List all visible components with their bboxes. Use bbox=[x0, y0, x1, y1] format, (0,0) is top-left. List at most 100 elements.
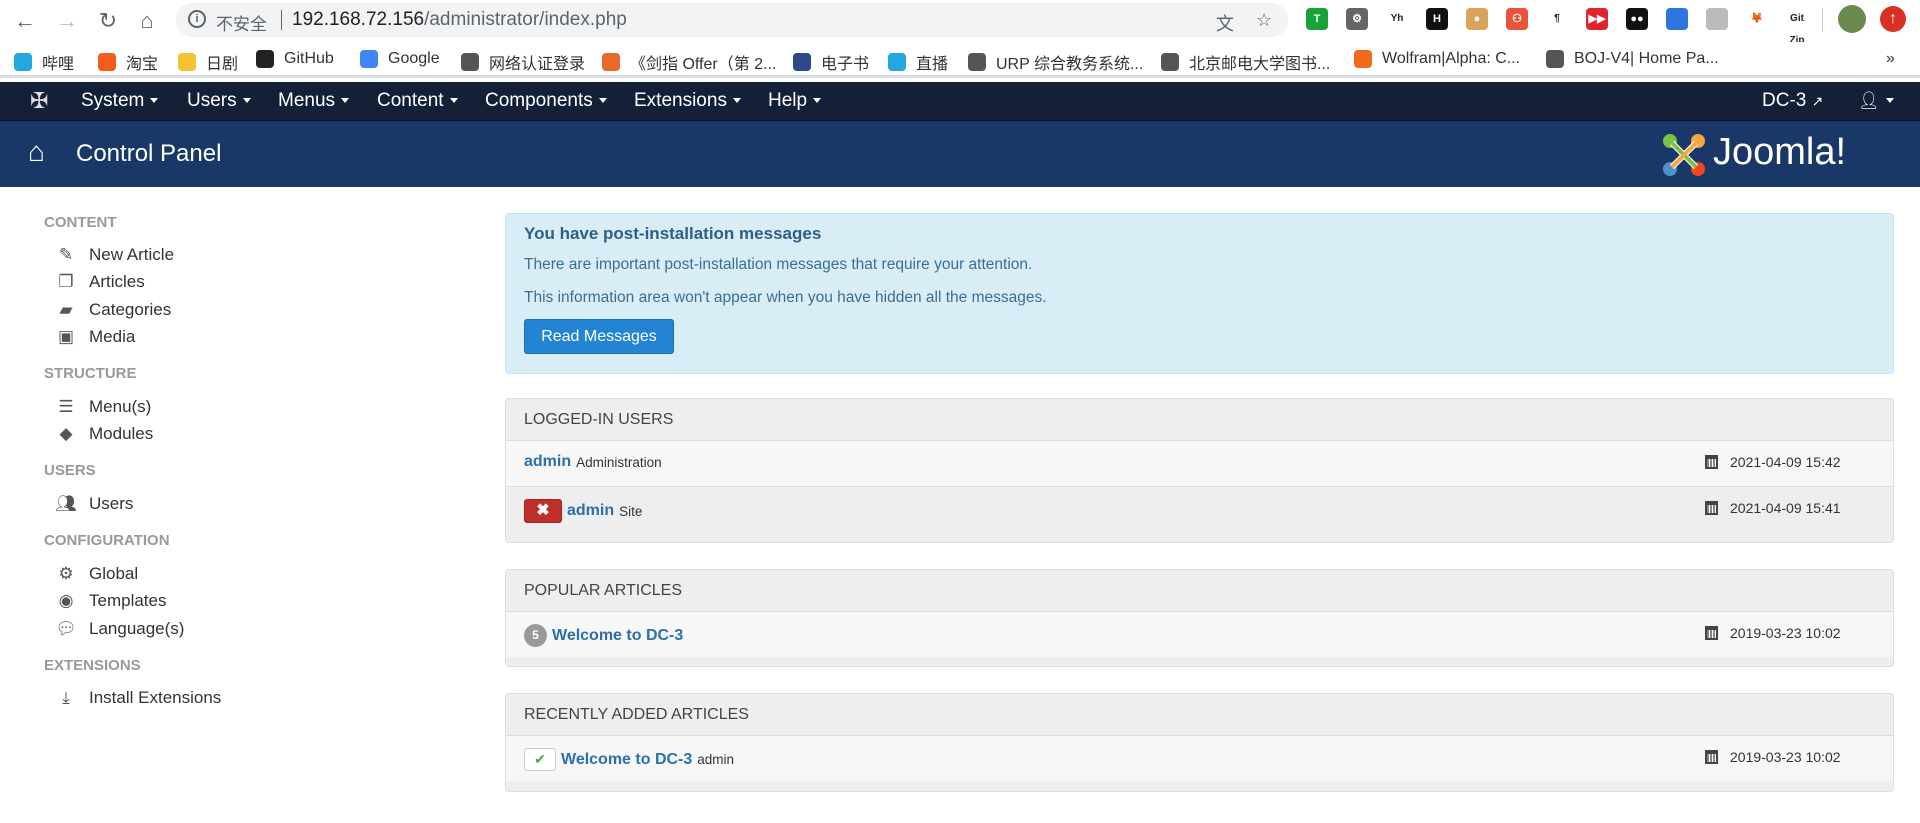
menu-system[interactable]: System bbox=[81, 90, 159, 112]
update-icon[interactable]: ↑ bbox=[1880, 6, 1906, 32]
sidebar-item-menu-s[interactable]: ☰ Menu(s) bbox=[55, 397, 151, 417]
bookmark-item[interactable]: 北京邮电大学图书... bbox=[1161, 50, 1330, 74]
profile-avatar[interactable] bbox=[1838, 5, 1866, 33]
url-text[interactable]: 192.168.72.156/administrator/index.php bbox=[292, 9, 627, 31]
user-link[interactable]: admin bbox=[524, 453, 571, 471]
divider bbox=[281, 10, 282, 30]
bookmarks-overflow-button[interactable]: » bbox=[1886, 50, 1895, 68]
date-text: 2021-04-09 15:42 bbox=[1730, 454, 1841, 470]
divider bbox=[1822, 8, 1823, 32]
bookmark-item[interactable]: Wolfram|Alpha: C... bbox=[1354, 50, 1520, 68]
home-button[interactable]: ⌂ bbox=[132, 6, 162, 36]
bookmark-item[interactable]: 电子书 bbox=[793, 50, 869, 74]
article-link[interactable]: Welcome to DC-3 bbox=[552, 627, 683, 645]
sidebar-item-global[interactable]: ⚙ Global bbox=[55, 564, 138, 584]
extension-icon[interactable]: Git Zip bbox=[1786, 8, 1808, 46]
info-icon[interactable]: i bbox=[188, 10, 206, 28]
table-row: ✔ Welcome to DC-3 admin 2019-03-23 10:02 bbox=[506, 735, 1893, 781]
extension-icon[interactable]: ¶ bbox=[1546, 8, 1568, 30]
extension-icon[interactable]: ⚙ bbox=[1346, 8, 1368, 30]
extension-icon[interactable]: ● bbox=[1466, 8, 1488, 30]
site-link[interactable]: DC-3 ↗ bbox=[1762, 90, 1823, 112]
bookmark-item[interactable]: Google bbox=[360, 50, 440, 68]
date-text: 2019-03-23 10:02 bbox=[1730, 625, 1841, 641]
folder-open-icon: ▰ bbox=[59, 300, 73, 319]
sidebar-item-modules[interactable]: ◆ Modules bbox=[55, 424, 153, 444]
cube-icon: ◆ bbox=[59, 424, 73, 443]
bookmark-favicon-icon bbox=[98, 53, 116, 71]
extension-icon[interactable]: T bbox=[1306, 8, 1328, 30]
forward-button[interactable]: → bbox=[52, 6, 82, 36]
user-menu[interactable]: 👤︎ bbox=[1858, 90, 1894, 112]
logout-button[interactable]: ✖ bbox=[524, 499, 562, 523]
read-messages-button[interactable]: Read Messages bbox=[524, 319, 674, 354]
copy-icon: ❐ bbox=[58, 272, 74, 291]
reload-button[interactable]: ↻ bbox=[93, 6, 123, 36]
bookmark-item[interactable]: 哔哩 bbox=[14, 50, 74, 74]
bookmarks-bar: 哔哩 淘宝 日剧 GitHub Google 网络认证登录 《剑指 Offer（第 2...… bbox=[0, 42, 1920, 78]
sidebar-item-users[interactable]: 👥︎ Users bbox=[55, 494, 133, 514]
bookmark-label: 淘宝 bbox=[126, 56, 159, 73]
bookmark-label: 电子书 bbox=[821, 56, 870, 73]
sidebar-item-language-s[interactable]: 💬︎ Language(s) bbox=[55, 619, 184, 639]
url-host: 192.168.72.156 bbox=[292, 9, 425, 30]
address-bar[interactable]: i 不安全 192.168.72.156/administrator/index… bbox=[176, 3, 1288, 37]
extension-icon[interactable]: 🦊 bbox=[1746, 8, 1768, 30]
joomla-icon[interactable]: ✠ bbox=[30, 88, 48, 114]
client-label: Administration bbox=[576, 454, 662, 470]
sidebar-heading: CONTENT bbox=[44, 214, 117, 231]
menu-content[interactable]: Content bbox=[377, 90, 458, 112]
extension-icon[interactable]: Yh bbox=[1386, 8, 1408, 30]
sidebar-item-label: Media bbox=[89, 327, 136, 346]
sidebar-item-categories[interactable]: ▰ Categories bbox=[55, 300, 171, 320]
bookmark-favicon-icon bbox=[968, 53, 986, 71]
bookmark-item[interactable]: 直播 bbox=[888, 50, 948, 74]
menu-extensions[interactable]: Extensions bbox=[634, 90, 741, 112]
published-toggle[interactable]: ✔ bbox=[524, 748, 556, 771]
sidebar-heading: EXTENSIONS bbox=[44, 657, 141, 674]
bookmark-item[interactable]: 日剧 bbox=[178, 50, 238, 74]
pencil-icon: ✎ bbox=[58, 245, 74, 264]
bookmark-item[interactable]: 淘宝 bbox=[98, 50, 158, 74]
menu-label: Help bbox=[768, 90, 808, 111]
extension-icon[interactable]: ▶▶ bbox=[1586, 8, 1608, 30]
download-icon: ⤓ bbox=[62, 688, 70, 707]
translate-icon[interactable]: 文 bbox=[1216, 10, 1234, 36]
extension-icon[interactable]: H bbox=[1426, 8, 1448, 30]
sidebar-item-install-extensions[interactable]: ⤓ Install Extensions bbox=[55, 688, 221, 708]
back-button[interactable]: ← bbox=[10, 6, 40, 36]
recent-articles-panel: RECENTLY ADDED ARTICLES ✔ Welcome to DC-3… bbox=[505, 693, 1894, 792]
menu-components[interactable]: Components bbox=[485, 90, 607, 112]
extension-icon[interactable]: ●● bbox=[1626, 8, 1648, 30]
bookmark-item[interactable]: BOJ-V4| Home Pa... bbox=[1546, 50, 1719, 68]
menu-help[interactable]: Help bbox=[768, 90, 822, 112]
bookmark-favicon-icon bbox=[888, 53, 906, 71]
sidebar-item-articles[interactable]: ❐ Articles bbox=[55, 272, 144, 292]
star-icon[interactable]: ☆ bbox=[1256, 10, 1272, 31]
bookmark-item[interactable]: 《剑指 Offer（第 2... bbox=[602, 50, 776, 74]
bookmark-item[interactable]: URP 综合教务系统... bbox=[968, 50, 1143, 74]
extension-icon[interactable]: ⚇ bbox=[1506, 8, 1528, 30]
sidebar-item-label: Categories bbox=[89, 300, 172, 319]
bookmark-favicon-icon bbox=[793, 53, 811, 71]
sidebar-item-new-article[interactable]: ✎ New Article bbox=[55, 245, 174, 265]
bookmark-label: GitHub bbox=[284, 50, 334, 67]
bookmark-favicon-icon bbox=[461, 53, 479, 71]
client-label: Site bbox=[619, 503, 643, 519]
sidebar-item-templates[interactable]: ◉ Templates bbox=[55, 591, 167, 611]
bookmark-favicon-icon bbox=[1546, 50, 1564, 68]
bookmark-item[interactable]: 网络认证登录 bbox=[461, 50, 585, 74]
logged-in-users-panel: LOGGED-IN USERS admin Administration 2021… bbox=[505, 398, 1894, 543]
bookmark-favicon-icon bbox=[256, 50, 274, 68]
sidebar-item-media[interactable]: ▣ Media bbox=[55, 327, 135, 347]
bookmark-item[interactable]: GitHub bbox=[256, 50, 334, 68]
extension-icon[interactable] bbox=[1706, 8, 1728, 30]
user-link[interactable]: admin bbox=[567, 502, 614, 520]
menu-users[interactable]: Users bbox=[187, 90, 251, 112]
article-link[interactable]: Welcome to DC-3 bbox=[561, 751, 692, 769]
menu-menus[interactable]: Menus bbox=[278, 90, 350, 112]
calendar-icon bbox=[1705, 455, 1718, 469]
bookmark-label: 《剑指 Offer（第 2... bbox=[630, 56, 777, 73]
extension-icon[interactable] bbox=[1666, 8, 1688, 30]
bookmark-label: 日剧 bbox=[206, 56, 239, 73]
